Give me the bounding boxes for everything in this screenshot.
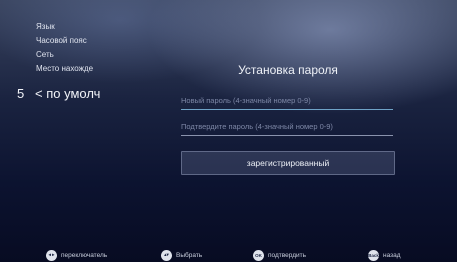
hint-back-label: назад xyxy=(383,251,401,259)
sidebar-item-timezone[interactable]: Часовой пояс xyxy=(36,36,118,45)
footer-hints: ◂ ▸ переключатель ▴▾ Выбрать OK подтверд… xyxy=(0,248,457,262)
confirm-password-input[interactable]: Подтвердите пароль (4-значный номер 0-9) xyxy=(181,121,393,136)
sidebar-item-location[interactable]: Место нахожде xyxy=(36,64,118,73)
up-down-arrows-icon: ▴▾ xyxy=(161,249,172,261)
left-right-arrows-icon: ◂ ▸ xyxy=(46,249,57,261)
hint-select: ▴▾ Выбрать xyxy=(161,248,202,262)
hint-switch: ◂ ▸ переключатель xyxy=(46,248,107,262)
hint-back: Back назад xyxy=(368,248,401,262)
new-password-input[interactable]: Новый пароль (4-значный номер 0-9) xyxy=(181,95,393,110)
sidebar-item-default[interactable]: < по умолч xyxy=(35,86,117,101)
panel-title: Установка пароля xyxy=(238,63,338,77)
ok-button-icon: OK xyxy=(253,249,264,261)
register-button[interactable]: зарегистрированный xyxy=(181,151,395,175)
sidebar-item-language[interactable]: Язык xyxy=(36,22,118,31)
hint-confirm: OK подтвердить xyxy=(253,248,306,262)
back-button-icon: Back xyxy=(368,249,379,261)
sidebar-item-network[interactable]: Сеть xyxy=(36,50,118,59)
sidebar-selected-number: 5 xyxy=(17,86,25,101)
hint-select-label: Выбрать xyxy=(176,251,203,259)
settings-sidebar: Язык Часовой пояс Сеть Место нахожде 5 <… xyxy=(0,0,120,235)
hint-switch-label: переключатель xyxy=(61,251,108,259)
hint-confirm-label: подтвердить xyxy=(268,251,307,259)
